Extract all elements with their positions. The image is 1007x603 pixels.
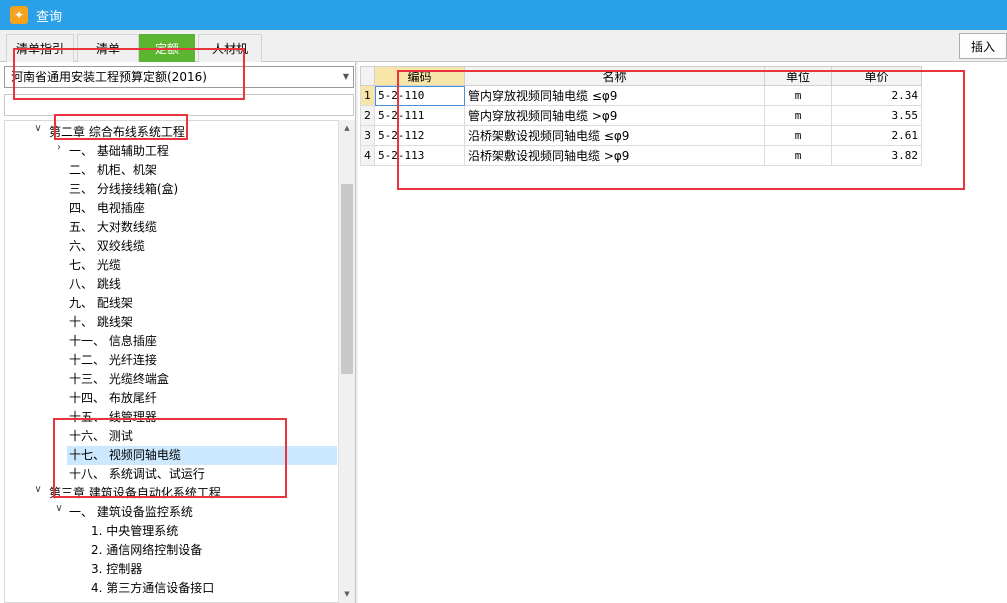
expanded-arrow-icon[interactable]: ∨ — [53, 503, 65, 514]
tree-node[interactable]: 十一、 信息插座 — [69, 332, 157, 351]
tab-quota[interactable]: 定额 — [139, 34, 195, 62]
tree-node[interactable]: 四、 电视插座 — [69, 199, 145, 218]
scrollbar-thumb[interactable] — [341, 184, 353, 374]
cell-price[interactable]: 3.82 — [831, 145, 922, 166]
tree-node[interactable]: 十三、 光缆终端盒 — [69, 370, 169, 389]
expanded-arrow-icon[interactable]: ∨ — [32, 123, 44, 134]
scroll-down-icon[interactable]: ▼ — [339, 586, 355, 603]
cell-name[interactable]: 沿桥架敷设视频同轴电缆 ≤φ9 — [464, 125, 765, 146]
chevron-down-icon[interactable]: ▼ — [343, 67, 349, 87]
row-number: 2 — [360, 105, 375, 126]
cell-code[interactable]: 5-2-112 — [374, 125, 465, 146]
quota-library-select[interactable]: 河南省通用安装工程预算定额(2016) ▼ — [4, 66, 354, 88]
tree-node[interactable]: 二、 机柜、机架 — [69, 161, 157, 180]
quota-library-value: 河南省通用安装工程预算定额(2016) — [11, 70, 207, 84]
row-number: 1 — [360, 85, 375, 106]
cell-unit[interactable]: m — [764, 105, 832, 126]
column-header-name[interactable]: 名称 — [464, 66, 765, 86]
tab-labor-material-machine[interactable]: 人材机 — [198, 34, 262, 62]
left-panel: 河南省通用安装工程预算定额(2016) ▼ 第二章 综合布线系统工程 ∨ 一、 … — [0, 62, 356, 603]
quota-table: 编码 名称 单位 单价 1 5-2-110 管内穿放视频同轴电缆 ≤φ9 m 2… — [360, 66, 922, 166]
column-header-price[interactable]: 单价 — [831, 66, 922, 86]
tree-node[interactable]: 十四、 布放尾纤 — [69, 389, 157, 408]
tree-node[interactable]: 十、 跳线架 — [69, 313, 133, 332]
chapter-tree: 第二章 综合布线系统工程 ∨ 一、 基础辅助工程 › 二、 机柜、机架 三、 分… — [4, 120, 338, 603]
tree-node[interactable]: 九、 配线架 — [69, 294, 133, 313]
tree-node[interactable]: 3. 控制器 — [91, 560, 142, 579]
cell-name[interactable]: 管内穿放视频同轴电缆 >φ9 — [464, 105, 765, 126]
cell-unit[interactable]: m — [764, 85, 832, 106]
cell-price[interactable]: 3.55 — [831, 105, 922, 126]
table-row[interactable]: 4 5-2-113 沿桥架敷设视频同轴电缆 >φ9 m 3.82 — [360, 145, 922, 166]
cell-unit[interactable]: m — [764, 145, 832, 166]
app-logo-icon: ✦ — [10, 6, 28, 24]
tree-node[interactable]: 一、 建筑设备监控系统 — [69, 503, 193, 522]
tree-node[interactable]: 六、 双绞线缆 — [69, 237, 145, 256]
column-header-code[interactable]: 编码 — [374, 66, 465, 86]
table-header-row: 编码 名称 单位 单价 — [360, 66, 922, 86]
results-panel: 编码 名称 单位 单价 1 5-2-110 管内穿放视频同轴电缆 ≤φ9 m 2… — [358, 62, 1007, 603]
title-bar: ✦ 查询 — [0, 0, 1007, 30]
table-row[interactable]: 1 5-2-110 管内穿放视频同轴电缆 ≤φ9 m 2.34 — [360, 85, 922, 106]
scroll-up-icon[interactable]: ▲ — [339, 120, 355, 137]
cell-name[interactable]: 沿桥架敷设视频同轴电缆 >φ9 — [464, 145, 765, 166]
expanded-arrow-icon[interactable]: ∨ — [32, 484, 44, 495]
cell-name[interactable]: 管内穿放视频同轴电缆 ≤φ9 — [464, 85, 765, 106]
cell-unit[interactable]: m — [764, 125, 832, 146]
tree-node[interactable]: 十六、 测试 — [69, 427, 133, 446]
tree-node-selected[interactable]: 十七、 视频同轴电缆 — [67, 446, 337, 465]
tree-node[interactable]: 八、 跳线 — [69, 275, 121, 294]
row-number: 4 — [360, 145, 375, 166]
tree-node[interactable]: 十二、 光纤连接 — [69, 351, 157, 370]
tree-node[interactable]: 七、 光缆 — [69, 256, 121, 275]
row-number: 3 — [360, 125, 375, 146]
tree-search-input[interactable] — [4, 94, 354, 116]
tab-bill[interactable]: 清单 — [77, 34, 139, 62]
tree-node[interactable]: 五、 大对数线缆 — [69, 218, 157, 237]
tab-bar: 清单指引 清单 定额 人材机 插入 — [0, 30, 1007, 62]
column-header-unit[interactable]: 单位 — [764, 66, 832, 86]
tree-node[interactable]: 十八、 系统调试、试运行 — [69, 465, 205, 484]
tree-node[interactable]: 三、 分线接线箱(盒) — [69, 180, 178, 199]
cell-price[interactable]: 2.34 — [831, 85, 922, 106]
insert-button[interactable]: 插入 — [959, 33, 1007, 59]
cell-code[interactable]: 5-2-110 — [374, 85, 465, 106]
collapsed-arrow-icon[interactable]: › — [53, 142, 65, 153]
tree-node[interactable]: 一、 基础辅助工程 — [69, 142, 169, 161]
cell-code[interactable]: 5-2-111 — [374, 105, 465, 126]
tree-node[interactable]: 4. 第三方通信设备接口 — [91, 579, 214, 598]
tree-node[interactable]: 第二章 综合布线系统工程 — [49, 123, 185, 142]
cell-price[interactable]: 2.61 — [831, 125, 922, 146]
table-row[interactable]: 2 5-2-111 管内穿放视频同轴电缆 >φ9 m 3.55 — [360, 105, 922, 126]
row-number-header — [360, 66, 375, 86]
tree-node[interactable]: 1. 中央管理系统 — [91, 522, 178, 541]
table-row[interactable]: 3 5-2-112 沿桥架敷设视频同轴电缆 ≤φ9 m 2.61 — [360, 125, 922, 146]
tree-scrollbar[interactable]: ▲ ▼ — [338, 120, 355, 603]
tree-node[interactable]: 2. 通信网络控制设备 — [91, 541, 202, 560]
window-title: 查询 — [36, 9, 63, 25]
tab-bill-guide[interactable]: 清单指引 — [6, 34, 74, 62]
tree-node[interactable]: 第三章 建筑设备自动化系统工程 — [49, 484, 221, 503]
tree-node[interactable]: 十五、 线管理器 — [69, 408, 157, 427]
cell-code[interactable]: 5-2-113 — [374, 145, 465, 166]
